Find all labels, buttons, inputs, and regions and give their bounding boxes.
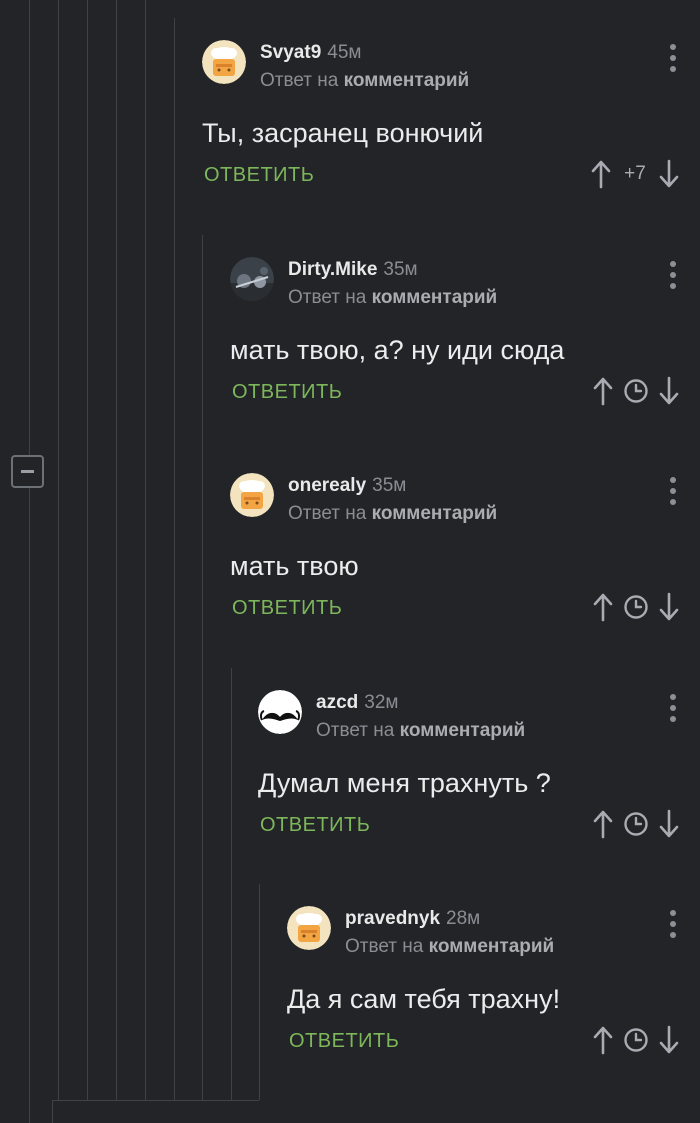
cook-avatar-icon [287,906,331,950]
comment-author[interactable]: azcd 32м [316,692,398,714]
comment-time: 28м [446,908,481,929]
reply-to-link[interactable]: комментарий [344,70,470,91]
mustache-avatar-icon [258,690,302,734]
arrow-down-icon[interactable] [658,159,680,189]
author-name[interactable]: pravednyk [345,908,440,929]
avatar[interactable] [230,473,274,517]
more-vertical-icon[interactable] [666,910,680,940]
cook-avatar-icon [230,473,274,517]
comment: Svyat9 45м Ответ на комментарий Ты, засра… [202,40,680,200]
comment-author[interactable]: Dirty.Mike 35м [288,259,418,281]
arrow-down-icon[interactable] [658,376,680,406]
comment-time: 35м [383,259,418,280]
avatar[interactable] [287,906,331,950]
photo-avatar-icon [230,257,274,301]
comment: pravednyk 28м Ответ на комментарий Да я с… [287,906,680,1066]
author-name[interactable]: azcd [316,692,358,713]
thread-line-bottom [52,1100,259,1101]
comment-text: Ты, засранец вонючий [202,118,484,148]
arrow-down-icon[interactable] [658,809,680,839]
reply-button[interactable]: ОТВЕТИТЬ [204,164,314,187]
reply-to-prefix: Ответ на [260,70,339,91]
thread-line[interactable] [116,0,117,1100]
author-name[interactable]: onerealy [288,475,366,496]
comment: azcd 32м Ответ на комментарий Думал меня … [258,690,680,850]
more-vertical-icon[interactable] [666,694,680,724]
arrow-up-icon[interactable] [590,159,612,189]
more-vertical-icon[interactable] [666,261,680,291]
comment-text: Да я сам тебя трахну! [287,984,561,1014]
comment-text: мать твою, а? ну иди сюда [230,335,565,365]
comment-actions [592,806,680,842]
author-name[interactable]: Dirty.Mike [288,259,377,280]
comment: onerealy 35м Ответ на комментарий мать тв… [230,473,680,633]
arrow-down-icon[interactable] [658,1025,680,1055]
thread-line[interactable] [58,0,59,1100]
reply-to-prefix: Ответ на [288,287,367,308]
thread-line[interactable] [259,884,260,1100]
comment-time: 45м [327,42,362,63]
reply-to: Ответ на комментарий [316,720,525,742]
arrow-up-icon[interactable] [592,809,614,839]
comment-text: мать твою [230,551,359,581]
reply-to-link[interactable]: комментарий [429,936,555,957]
author-name[interactable]: Svyat9 [260,42,321,63]
avatar[interactable] [258,690,302,734]
arrow-down-icon[interactable] [658,592,680,622]
clock-icon [624,812,648,836]
reply-to: Ответ на комментарий [288,287,497,309]
thread-line [52,1100,53,1123]
clock-icon [624,379,648,403]
reply-to: Ответ на комментарий [345,936,554,958]
comment: Dirty.Mike 35м Ответ на комментарий мать … [230,257,680,417]
comment-author[interactable]: onerealy 35м [288,475,406,497]
avatar[interactable] [202,40,246,84]
reply-button[interactable]: ОТВЕТИТЬ [260,814,370,837]
arrow-up-icon[interactable] [592,376,614,406]
comment-actions: +7 [590,156,680,192]
reply-to-prefix: Ответ на [316,720,395,741]
cook-avatar-icon [202,40,246,84]
more-vertical-icon[interactable] [666,477,680,507]
thread-line[interactable] [145,0,146,1100]
clock-icon [624,1028,648,1052]
more-vertical-icon[interactable] [666,44,680,74]
comment-actions [592,373,680,409]
reply-to: Ответ на комментарий [260,70,469,92]
thread-line[interactable] [202,235,203,1100]
comment-author[interactable]: Svyat9 45м [260,42,361,64]
thread-line[interactable] [174,18,175,1100]
reply-to-link[interactable]: комментарий [372,503,498,524]
comment-time: 35м [372,475,407,496]
arrow-up-icon[interactable] [592,592,614,622]
reply-to: Ответ на комментарий [288,503,497,525]
reply-to-prefix: Ответ на [288,503,367,524]
comment-author[interactable]: pravednyk 28м [345,908,480,930]
collapse-thread-button[interactable] [11,455,44,488]
reply-to-link[interactable]: комментарий [400,720,526,741]
arrow-up-icon[interactable] [592,1025,614,1055]
thread-line[interactable] [87,0,88,1100]
reply-button[interactable]: ОТВЕТИТЬ [289,1030,399,1053]
comment-actions [592,1022,680,1058]
thread-line[interactable] [29,0,30,1123]
avatar[interactable] [230,257,274,301]
reply-button[interactable]: ОТВЕТИТЬ [232,597,342,620]
reply-to-link[interactable]: комментарий [372,287,498,308]
comment-actions [592,589,680,625]
comment-time: 32м [364,692,399,713]
comment-rating: +7 [624,163,646,184]
reply-button[interactable]: ОТВЕТИТЬ [232,381,342,404]
clock-icon [624,595,648,619]
reply-to-prefix: Ответ на [345,936,424,957]
comment-text: Думал меня трахнуть ? [258,768,551,798]
thread-line[interactable] [231,668,232,1100]
